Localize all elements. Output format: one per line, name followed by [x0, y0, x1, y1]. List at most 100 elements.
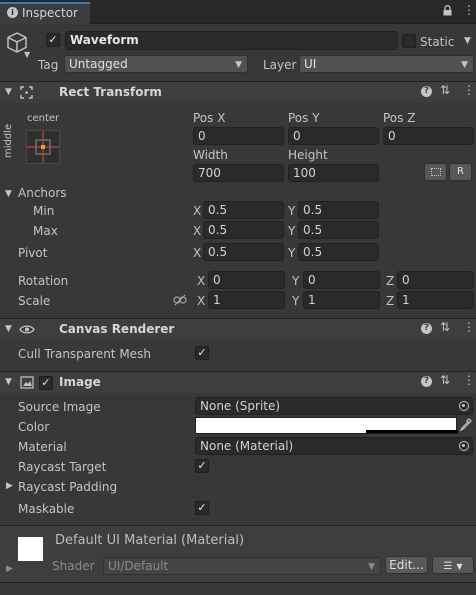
width-field[interactable]: 700 — [193, 164, 284, 182]
help-icon[interactable]: ? — [421, 323, 432, 334]
pos-z-field[interactable]: 0 — [383, 127, 474, 145]
scale-z-axis-label: Z — [386, 294, 395, 308]
layer-dropdown[interactable]: UI ▼ — [299, 55, 474, 73]
constrain-proportions-link-icon[interactable] — [173, 294, 187, 309]
preset-sliders-icon[interactable]: ⇅ — [440, 320, 450, 334]
material-value: None (Material) — [200, 439, 294, 453]
static-label: Static — [420, 35, 455, 49]
image-component-icon — [20, 376, 34, 392]
max-x-axis-label: X — [193, 224, 202, 238]
canvas-renderer-title: Canvas Renderer — [59, 322, 175, 336]
rot-z-axis-label: Z — [386, 274, 395, 288]
object-name-input[interactable]: Waveform — [65, 31, 398, 50]
source-image-value: None (Sprite) — [200, 399, 281, 413]
max-y-axis-label: Y — [288, 224, 296, 238]
source-image-field[interactable]: None (Sprite) — [195, 397, 473, 415]
rect-transform-header[interactable]: ▼ Rect Transform ? ⇅ ⋮ — [0, 81, 476, 103]
pivot-y-axis-label: Y — [288, 246, 296, 260]
anchor-min-x-field[interactable]: 0.5 — [203, 201, 284, 219]
chevron-down-icon: ▼ — [368, 562, 375, 572]
tab-inspector[interactable]: i Inspector — [0, 2, 90, 24]
foldout-arrow-icon[interactable]: ▼ — [5, 87, 12, 97]
min-x-axis-label: X — [193, 204, 202, 218]
foldout-arrow-icon[interactable]: ▼ — [5, 377, 12, 387]
help-icon[interactable]: ? — [421, 376, 432, 387]
shader-dropdown[interactable]: UI/Default ▼ — [103, 557, 381, 575]
height-field[interactable]: 100 — [288, 164, 379, 182]
material-panel: ▶ Default UI Material (Material) Shader … — [0, 525, 476, 583]
rect-transform-icon — [20, 86, 33, 102]
tag-label: Tag — [38, 58, 59, 72]
min-y-axis-label: Y — [288, 204, 296, 218]
anchor-min-y-field[interactable]: 0.5 — [298, 201, 379, 219]
raycast-padding-label[interactable]: Raycast Padding — [18, 479, 117, 495]
lock-icon[interactable] — [443, 5, 452, 16]
scale-y-field[interactable]: 1 — [303, 291, 380, 309]
object-picker-icon[interactable] — [459, 441, 469, 451]
image-enabled-toggle[interactable]: ✓ — [39, 376, 53, 390]
height-label: Height — [288, 148, 328, 162]
scale-z-field[interactable]: 1 — [397, 291, 474, 309]
chevron-down-icon: ▼ — [235, 60, 242, 70]
layer-label: Layer — [263, 58, 297, 72]
scale-y-axis-label: Y — [292, 294, 300, 308]
rotation-label: Rotation — [18, 274, 69, 288]
object-name: Waveform — [70, 33, 139, 47]
pivot-x-field[interactable]: 0.5 — [203, 243, 284, 261]
color-label: Color — [18, 420, 50, 434]
rotation-y-field[interactable]: 0 — [303, 271, 380, 289]
pos-x-label: Pos X — [193, 111, 226, 125]
image-header[interactable]: ▼ ✓ Image ? ⇅ ⋮ — [0, 371, 476, 393]
static-dropdown-arrow[interactable]: ▼ — [464, 36, 471, 46]
material-panel-title: Default UI Material (Material) — [55, 533, 245, 548]
anchor-max-x-field[interactable]: 0.5 — [203, 221, 284, 239]
canvas-renderer-header[interactable]: ▼ Canvas Renderer ? ⇅ ⋮ — [0, 318, 476, 340]
eyedropper-icon[interactable] — [459, 418, 472, 434]
source-image-label: Source Image — [18, 400, 101, 414]
component-menu-icon[interactable]: ⋮ — [463, 373, 475, 387]
anchor-preset-button[interactable] — [26, 130, 60, 164]
maskable-checkbox[interactable]: ✓ — [195, 501, 209, 515]
pos-x-field[interactable]: 0 — [193, 127, 284, 145]
help-icon[interactable]: ? — [421, 86, 432, 97]
cull-transparent-mesh-checkbox[interactable]: ✓ — [195, 346, 209, 360]
rotation-z-field[interactable]: 0 — [397, 271, 474, 289]
scale-x-field[interactable]: 1 — [208, 291, 285, 309]
preset-sliders-icon[interactable]: ⇅ — [440, 373, 450, 387]
blueprint-mode-button[interactable] — [424, 163, 447, 181]
component-menu-icon[interactable]: ⋮ — [463, 320, 475, 334]
raycast-target-checkbox[interactable]: ✓ — [195, 459, 209, 473]
raw-edit-button[interactable]: R — [449, 163, 472, 181]
shader-menu-button[interactable]: ☰ ▼ — [432, 556, 474, 574]
material-field[interactable]: None (Material) — [195, 437, 473, 455]
static-checkbox[interactable] — [402, 34, 416, 48]
preset-sliders-icon[interactable]: ⇅ — [440, 83, 450, 97]
blueprint-dotted-rect-icon — [430, 168, 441, 176]
maskable-label: Maskable — [18, 502, 75, 516]
kebab-menu-icon[interactable]: ⋮ — [463, 3, 475, 17]
raycast-padding-foldout-icon[interactable]: ▶ — [6, 481, 13, 491]
object-picker-icon[interactable] — [459, 401, 469, 411]
shader-edit-button[interactable]: Edit... — [385, 556, 428, 574]
width-label: Width — [193, 148, 228, 162]
component-menu-icon[interactable]: ⋮ — [463, 83, 475, 97]
pos-y-field[interactable]: 0 — [288, 127, 379, 145]
eye-icon — [19, 324, 35, 338]
material-foldout-icon[interactable]: ▶ — [6, 564, 13, 574]
rect-transform-title: Rect Transform — [59, 85, 162, 99]
pivot-y-field[interactable]: 0.5 — [298, 243, 379, 261]
icon-dropdown-arrow[interactable]: ▼ — [24, 50, 30, 59]
rot-x-axis-label: X — [197, 274, 206, 288]
info-icon: i — [7, 7, 18, 18]
shader-label: Shader — [52, 559, 95, 573]
anchor-max-y-field[interactable]: 0.5 — [298, 221, 379, 239]
foldout-arrow-icon[interactable]: ▼ — [5, 324, 12, 334]
max-label: Max — [33, 224, 58, 238]
anchors-foldout-icon[interactable]: ▼ — [5, 189, 12, 199]
color-field[interactable] — [195, 417, 458, 434]
rotation-x-field[interactable]: 0 — [208, 271, 285, 289]
image-title: Image — [59, 375, 101, 389]
anchor-preset-v-label: middle — [3, 123, 14, 158]
tag-dropdown[interactable]: Untagged ▼ — [64, 55, 248, 73]
active-toggle[interactable]: ✓ — [46, 33, 60, 47]
